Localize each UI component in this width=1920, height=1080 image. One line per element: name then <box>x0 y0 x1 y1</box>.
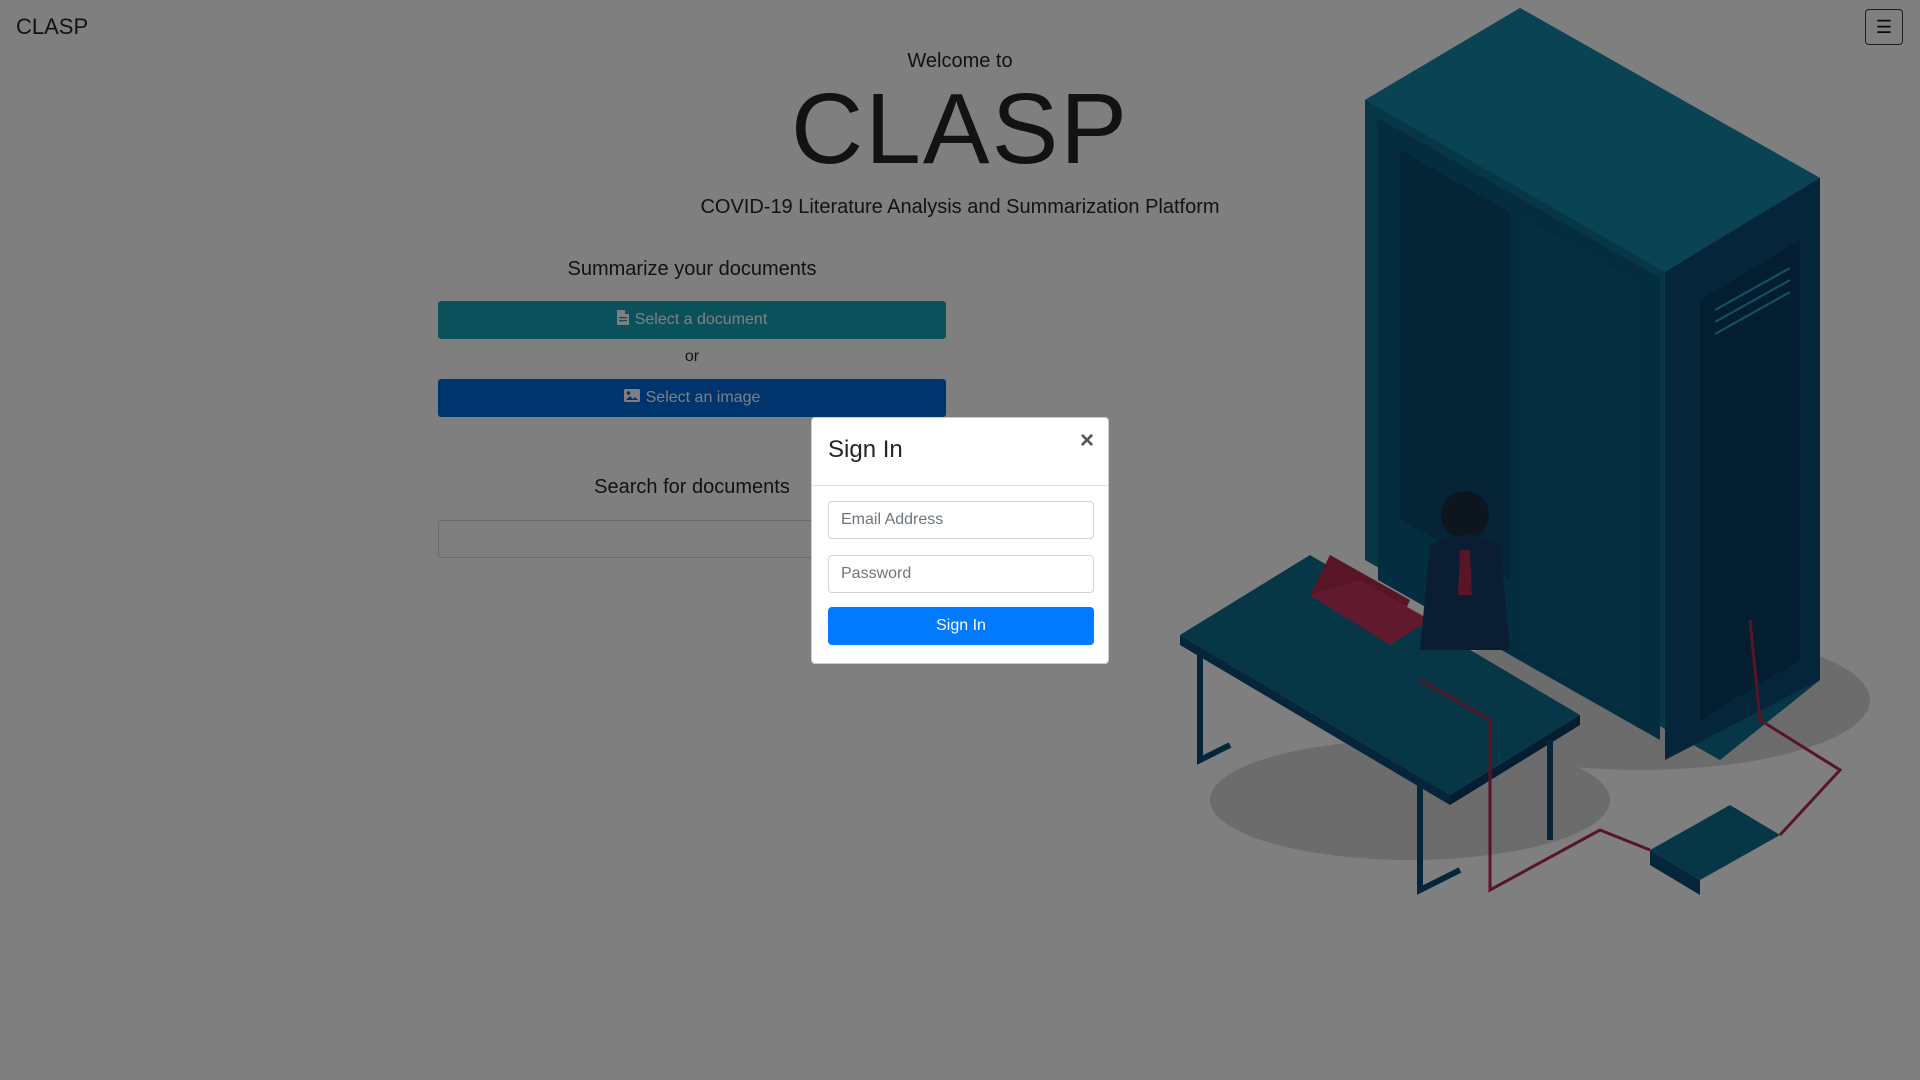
sign-in-submit-button[interactable]: Sign In <box>828 607 1094 645</box>
email-field[interactable] <box>828 501 1094 539</box>
sign-in-modal: Sign In × Sign In <box>811 417 1109 664</box>
modal-body: Sign In <box>812 486 1108 645</box>
close-button[interactable]: × <box>1080 429 1094 453</box>
close-icon: × <box>1079 427 1094 454</box>
modal-header: Sign In × <box>812 418 1108 486</box>
password-field[interactable] <box>828 555 1094 593</box>
modal-title: Sign In <box>828 436 903 463</box>
